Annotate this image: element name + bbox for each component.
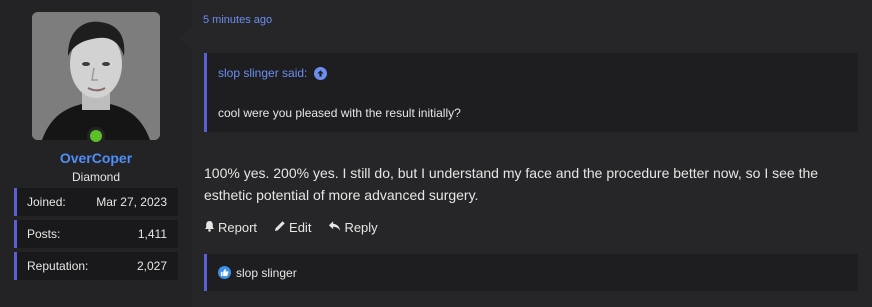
stat-label: Joined: xyxy=(27,195,66,209)
user-sidebar: OverCoper Diamond Joined: Mar 27, 2023 P… xyxy=(0,0,192,307)
quote-block: slop slinger said: cool were you pleased… xyxy=(204,53,858,132)
post-body: 5 minutes ago slop slinger said: cool we… xyxy=(192,0,872,307)
stat-posts: Posts: 1,411 xyxy=(14,220,178,248)
post-pointer-arrow xyxy=(179,27,192,49)
username-link[interactable]: OverCoper xyxy=(0,150,192,166)
user-title: Diamond xyxy=(71,170,121,184)
stat-reputation: Reputation: 2,027 xyxy=(14,252,178,280)
bell-icon xyxy=(204,220,215,235)
like-icon xyxy=(218,266,231,279)
online-status-indicator xyxy=(87,127,105,145)
edit-button[interactable]: Edit xyxy=(274,220,311,235)
reply-label: Reply xyxy=(344,220,378,235)
reply-arrow-icon xyxy=(328,220,341,235)
report-label: Report xyxy=(218,220,258,235)
report-button[interactable]: Report xyxy=(204,220,257,235)
post-actions: Report Edit Reply xyxy=(204,220,858,235)
arrow-up-circle-icon[interactable] xyxy=(314,66,328,80)
reactions-bar[interactable]: slop slinger xyxy=(204,254,858,291)
edit-label: Edit xyxy=(289,220,312,235)
quote-author[interactable]: slop slinger said: xyxy=(218,66,307,80)
reaction-users[interactable]: slop slinger xyxy=(236,266,297,280)
avatar[interactable] xyxy=(32,12,160,140)
reply-button[interactable]: Reply xyxy=(328,220,378,235)
stat-value: Mar 27, 2023 xyxy=(96,195,167,209)
stat-value: 1,411 xyxy=(137,227,167,241)
stat-label: Reputation: xyxy=(27,259,89,273)
stat-joined: Joined: Mar 27, 2023 xyxy=(14,188,178,216)
post-message: 100% yes. 200% yes. I still do, but I un… xyxy=(204,165,819,203)
stat-value: 2,027 xyxy=(136,259,167,273)
stat-label: Posts: xyxy=(27,227,61,241)
pencil-icon xyxy=(274,220,286,235)
quote-header[interactable]: slop slinger said: xyxy=(218,66,328,80)
post-timestamp[interactable]: 5 minutes ago xyxy=(203,14,272,26)
quote-text: cool were you pleased with the result in… xyxy=(218,106,461,120)
